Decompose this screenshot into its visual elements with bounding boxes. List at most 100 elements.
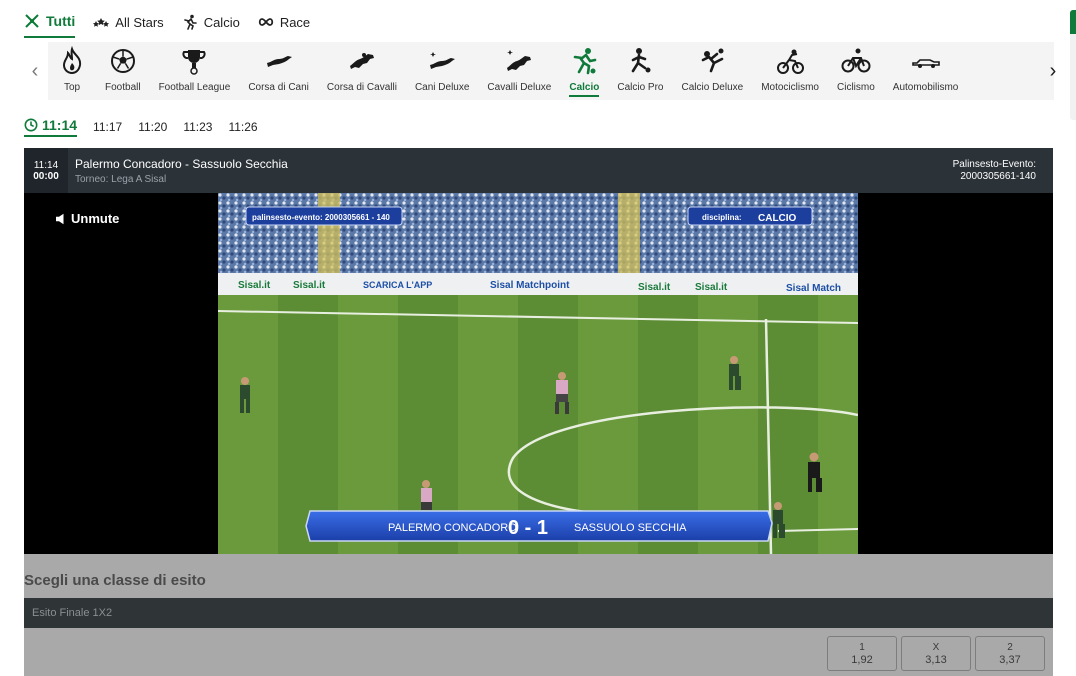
sport-item-automobilismo[interactable]: Automobilismo [884,42,968,100]
odd-value: 3,13 [925,653,947,666]
svg-text:Sisal.it: Sisal.it [695,282,728,293]
unmute-button[interactable]: Unmute [56,211,119,226]
svg-text:Sisal Match: Sisal Match [786,283,841,294]
sport-item-football[interactable]: Football [96,42,150,100]
sport-label: Calcio Deluxe [681,82,744,93]
odd-label: 1 [859,641,865,653]
time-label: 11:14 [42,117,78,133]
svg-text:palinsesto-evento: 2000305661: palinsesto-evento: 2000305661 - 140 [252,213,390,222]
trophy-icon [182,50,206,75]
clock-icon [24,118,38,132]
page: Tutti All Stars Calcio Race ‹ Top Footba… [0,0,1076,676]
time-pill[interactable]: 11:26 [228,120,257,134]
speaker-icon [56,213,64,224]
event-overlay: palinsesto-evento: 2000305661 - 140 [245,206,403,226]
sport-label: Cavalli Deluxe [487,82,552,93]
svg-text:Sisal Matchpoint: Sisal Matchpoint [490,280,570,291]
soccer-player-icon [574,48,597,75]
svg-text:CALCIO: CALCIO [758,213,797,224]
svg-text:disciplina:: disciplina: [702,213,742,222]
event-id-value: 2000305661-140 [960,171,1036,182]
sport-label: Football [105,82,141,93]
time-pill[interactable]: 11:17 [93,120,122,134]
sport-item-corsa-di-cavalli[interactable]: Corsa di Cavalli [318,42,406,100]
infinity-icon [258,18,273,26]
sport-label: Calcio Pro [617,82,664,93]
event-countdown: 00:00 [33,170,59,182]
crowd [218,193,858,277]
scoreboard: PALERMO CONCADORO 0 - 1 SASSUOLO SECCHIA [305,510,773,542]
odds-group: 1 1,92 X 3,13 2 3,37 [827,636,1045,671]
sport-strip: Top Football Football League Corsa di Ca… [48,42,1054,100]
top-tabs: Tutti All Stars Calcio Race [24,8,310,38]
side-panel-edge [1070,10,1076,120]
market-bar[interactable]: Esito Finale 1X2 [24,598,1053,628]
tab-calcio[interactable]: Calcio [182,8,240,36]
sport-item-motociclismo[interactable]: Motociclismo [752,42,828,100]
motorbike-icon [777,49,805,74]
greyhound-icon [266,56,292,67]
event-time: 11:14 [33,159,59,171]
runner-icon [183,14,197,30]
tab-label: Race [279,14,311,30]
odd-button-1[interactable]: 1 1,92 [827,636,897,671]
sport-label: Top [63,82,81,93]
odd-button-x[interactable]: X 3,13 [901,636,971,671]
sport-item-football-league[interactable]: Football League [150,42,240,100]
carousel-prev-button[interactable]: ‹ [24,56,46,86]
sport-label: Automobilismo [892,82,959,93]
event-id-block: Palinsesto-Evento: 2000305661-140 [953,159,1036,183]
tab-label: All Stars [115,14,164,30]
away-team-name: SASSUOLO SECCHIA [574,522,687,534]
odd-label: 2 [1007,641,1013,653]
event-time-block: 11:14 00:00 [24,148,68,193]
sport-item-calcio-deluxe[interactable]: Calcio Deluxe [673,42,753,100]
event-header: 11:14 00:00 Palermo Concadoro - Sassuolo… [24,148,1053,193]
sport-item-calcio[interactable]: Calcio [560,42,608,100]
odd-button-2[interactable]: 2 3,37 [975,636,1045,671]
match-scene: Sisal.it Sisal.it SCARICA L'APP Sisal Ma… [218,193,858,554]
sport-item-calcio-pro[interactable]: Calcio Pro [608,42,672,100]
sport-label: Calcio [569,82,600,97]
sport-label: Cani Deluxe [414,82,470,93]
horse-icon [349,53,374,69]
market-title: Scegli una classe di esito [24,572,206,589]
odd-label: X [932,641,940,653]
sport-label: Corsa di Cani [248,82,309,93]
sport-item-top[interactable]: Top [48,42,96,100]
sport-carousel: ‹ Top Football Football League Corsa di … [24,42,1064,100]
tab-race[interactable]: Race [258,8,310,36]
bicycle-icon [841,48,871,73]
video-player[interactable]: Unmute Sisal.it Sisal.it SCARICA L'APP S… [24,193,1053,554]
event-title: Palermo Concadoro - Sassuolo Secchia [75,157,288,171]
time-pill-active[interactable]: 11:14 [24,117,78,137]
time-pill[interactable]: 11:23 [183,120,212,134]
odd-value: 3,37 [999,653,1021,666]
carousel-next-button[interactable]: › [1042,56,1064,86]
sport-item-cani-deluxe[interactable]: Cani Deluxe [406,42,478,100]
sport-item-ciclismo[interactable]: Ciclismo [828,42,884,100]
tab-label: Tutti [46,13,76,29]
discipline-overlay: disciplina: CALCIO [687,206,813,226]
sport-label: Football League [158,82,231,93]
flame-icon [62,46,82,75]
sport-label: Motociclismo [761,82,819,93]
soccer-ball-icon [110,49,135,73]
tab-all-stars[interactable]: All Stars [93,8,164,36]
market-bar-label: Esito Finale 1X2 [32,607,113,619]
home-team-name: PALERMO CONCADORO [388,522,517,534]
tab-tutti[interactable]: Tutti [24,8,76,38]
stars-icon [93,18,110,27]
market-section: Scegli una classe di esito Esito Finale … [24,554,1053,676]
score: 0 - 1 [508,517,548,539]
sport-item-corsa-di-cani[interactable]: Corsa di Cani [239,42,318,100]
video-frame: Sisal.it Sisal.it SCARICA L'APP Sisal Ma… [218,193,858,554]
horse-star-icon [507,50,532,71]
racecar-icon [911,59,940,68]
svg-text:Sisal.it: Sisal.it [238,280,271,291]
sport-item-cavalli-deluxe[interactable]: Cavalli Deluxe [478,42,560,100]
svg-text:Sisal.it: Sisal.it [293,280,326,291]
event-subtitle: Torneo: Lega A Sisal [75,174,167,185]
soccer-volley-icon [702,48,724,73]
time-pill[interactable]: 11:20 [138,120,167,134]
